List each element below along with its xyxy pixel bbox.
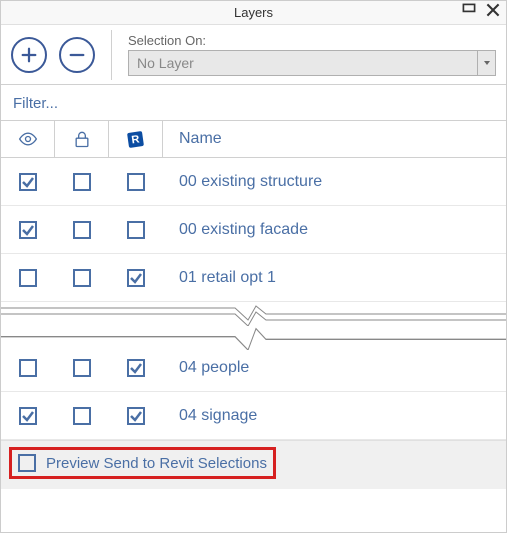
layer-name: 00 existing structure — [163, 173, 506, 191]
panel-title: Layers — [234, 5, 273, 20]
preview-revit-highlight: Preview Send to Revit Selections — [9, 447, 276, 479]
visibility-checkbox[interactable] — [19, 221, 37, 239]
lock-header[interactable] — [55, 121, 109, 157]
visibility-checkbox[interactable] — [19, 269, 37, 287]
remove-layer-button[interactable] — [59, 37, 95, 73]
selection-label: Selection On: — [128, 33, 496, 48]
layer-row[interactable]: 00 existing facade — [1, 206, 506, 254]
window-controls — [462, 3, 500, 17]
list-break — [1, 302, 506, 326]
column-headers: R Name — [1, 120, 506, 158]
divider — [111, 30, 112, 80]
visibility-checkbox[interactable] — [19, 359, 37, 377]
layer-name: 04 signage — [163, 407, 506, 425]
lock-checkbox[interactable] — [73, 173, 91, 191]
layer-rows-bottom: 04 people 04 signage — [1, 344, 506, 440]
eye-icon — [18, 129, 38, 149]
layer-rows-top: 00 existing structure 00 existing facade 0… — [1, 158, 506, 302]
filter-input[interactable]: Filter... — [1, 85, 506, 120]
lock-checkbox[interactable] — [73, 407, 91, 425]
chevron-down-icon — [477, 51, 495, 75]
layer-row[interactable]: 04 people — [1, 344, 506, 392]
selection-value: No Layer — [129, 55, 477, 71]
preview-revit-label: Preview Send to Revit Selections — [46, 455, 267, 472]
visibility-header[interactable] — [1, 121, 55, 157]
name-header[interactable]: Name — [163, 130, 506, 148]
footer: Preview Send to Revit Selections — [1, 441, 506, 489]
revit-checkbox[interactable] — [127, 221, 145, 239]
revit-checkbox[interactable] — [127, 407, 145, 425]
layer-row[interactable]: 01 retail opt 1 — [1, 254, 506, 302]
title-bar: Layers — [1, 1, 506, 25]
lock-icon — [72, 129, 92, 149]
layer-name: 00 existing facade — [163, 221, 506, 239]
revit-checkbox[interactable] — [127, 173, 145, 191]
selection-dropdown[interactable]: No Layer — [128, 50, 496, 76]
lock-checkbox[interactable] — [73, 359, 91, 377]
list-break — [1, 326, 506, 344]
revit-checkbox[interactable] — [127, 269, 145, 287]
lock-checkbox[interactable] — [73, 269, 91, 287]
layer-row[interactable]: 04 signage — [1, 392, 506, 440]
preview-revit-checkbox[interactable] — [18, 454, 36, 472]
revit-icon: R — [126, 129, 146, 149]
layer-name: 04 people — [163, 359, 506, 377]
visibility-checkbox[interactable] — [19, 173, 37, 191]
revit-checkbox[interactable] — [127, 359, 145, 377]
layer-row[interactable]: 00 existing structure — [1, 158, 506, 206]
layer-name: 01 retail opt 1 — [163, 269, 506, 287]
close-icon[interactable] — [486, 3, 500, 17]
add-layer-button[interactable] — [11, 37, 47, 73]
visibility-checkbox[interactable] — [19, 407, 37, 425]
revit-header[interactable]: R — [109, 121, 163, 157]
lock-checkbox[interactable] — [73, 221, 91, 239]
selection-group: Selection On: No Layer — [128, 33, 496, 76]
undock-icon[interactable] — [462, 3, 476, 17]
toolbar: Selection On: No Layer — [1, 25, 506, 85]
